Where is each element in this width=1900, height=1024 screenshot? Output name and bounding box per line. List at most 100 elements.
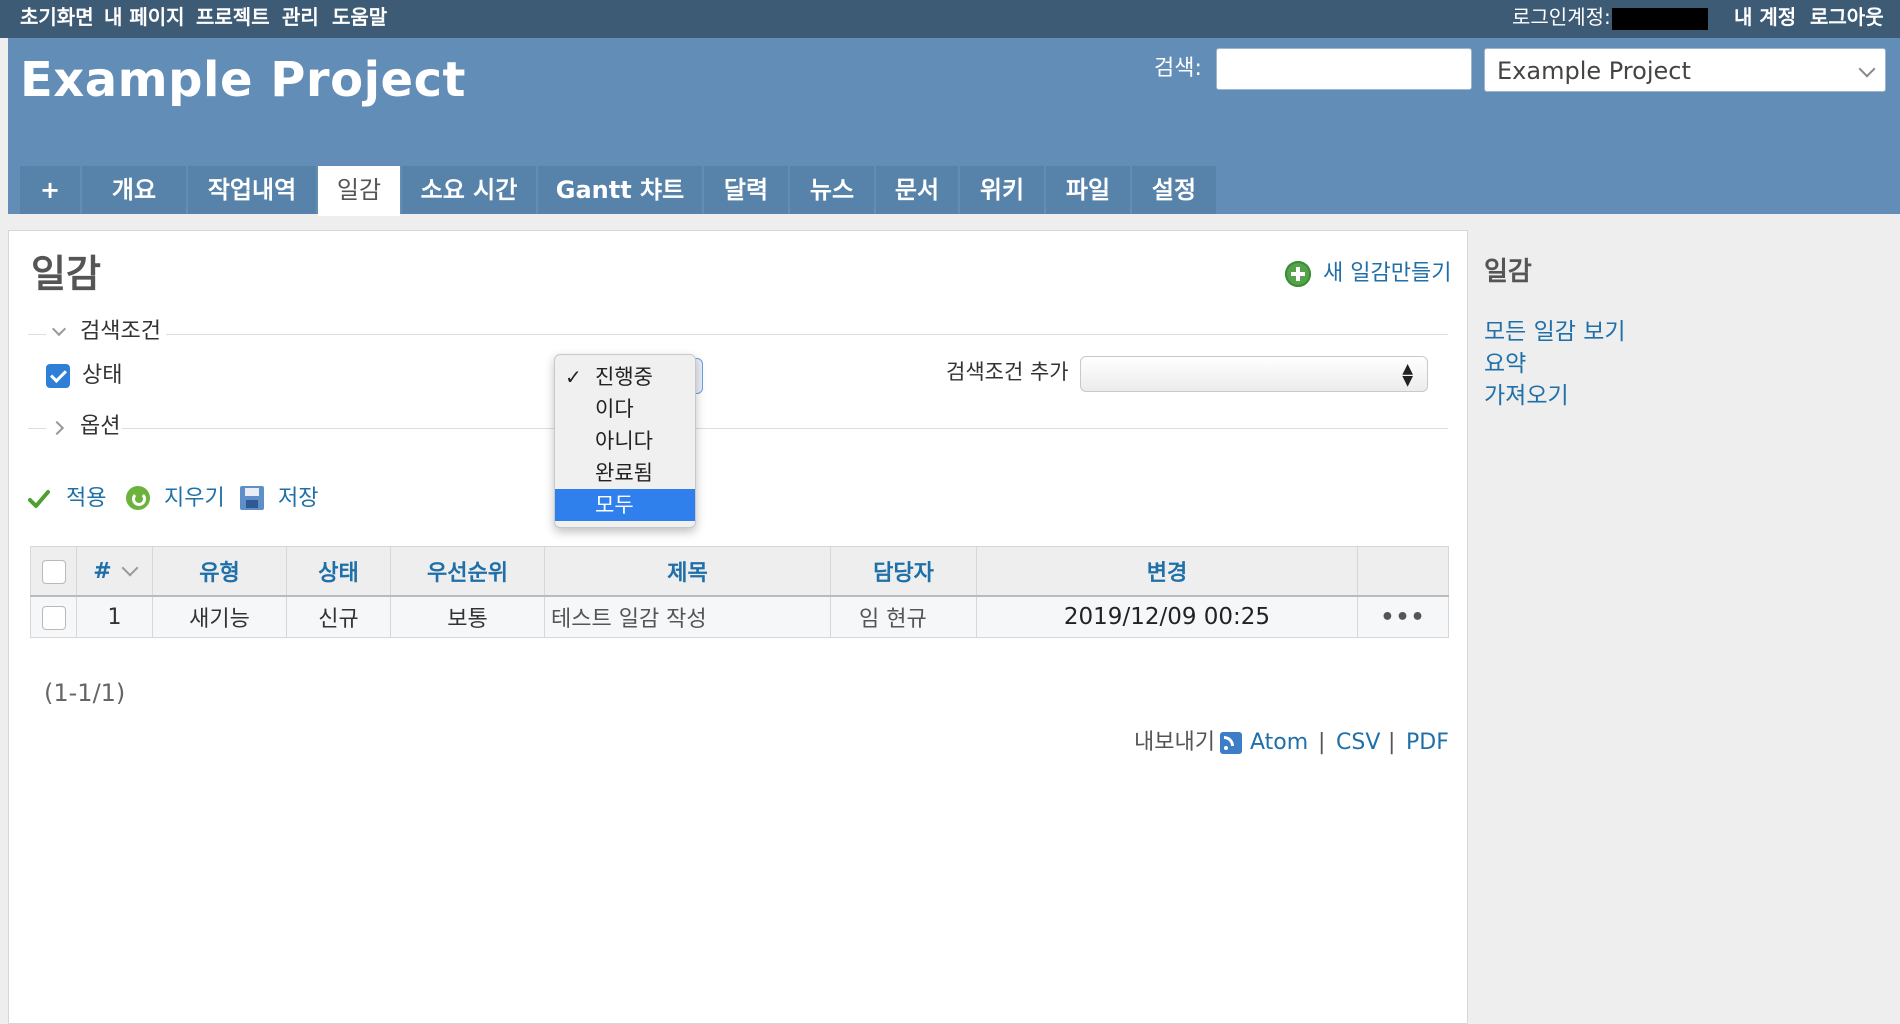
- select-all-checkbox[interactable]: [41, 559, 66, 584]
- row-checkbox[interactable]: [41, 605, 66, 630]
- column-header-status[interactable]: 상태: [286, 546, 391, 597]
- top-menu-admin[interactable]: 관리: [282, 4, 319, 30]
- checkmark-icon: ✓: [565, 365, 582, 389]
- table-header-row: # 유형 상태 우선순위 제목 담당자 변경: [30, 546, 1449, 597]
- export-separator: |: [1388, 730, 1396, 755]
- sidebar: 일감 모든 일감 보기 요약 가져오기: [1470, 230, 1900, 1024]
- select-all-cell: [30, 546, 77, 597]
- tab-calendar[interactable]: 달력: [704, 166, 788, 214]
- search-input[interactable]: [1216, 48, 1472, 90]
- issue-updated: 2019/12/09 00:25: [976, 595, 1358, 638]
- issue-status: 신규: [286, 595, 391, 638]
- floppy-disk-icon: [240, 486, 264, 510]
- save-query-button[interactable]: 저장: [240, 484, 324, 514]
- tab-news[interactable]: 뉴스: [790, 166, 874, 214]
- top-menu-my-account[interactable]: 내 계정: [1734, 4, 1796, 30]
- apply-button[interactable]: 적용: [28, 484, 112, 514]
- status-option-open[interactable]: ✓ 진행중: [555, 361, 695, 393]
- issue-list-table: # 유형 상태 우선순위 제목 담당자 변경 1 새기능 신규 보통 테스트 일…: [30, 546, 1449, 638]
- status-operator-dropdown: ✓ 진행중 이다 아니다 완료됨 모두: [554, 354, 696, 528]
- rss-feed-icon: [1220, 732, 1242, 754]
- column-header-id-label: #: [93, 558, 112, 584]
- column-header-priority[interactable]: 우선순위: [390, 546, 545, 597]
- chevron-down-icon: [121, 559, 139, 576]
- status-option-any[interactable]: 모두: [555, 489, 695, 521]
- issue-id[interactable]: 1: [76, 595, 153, 638]
- export-csv-link[interactable]: CSV: [1336, 726, 1380, 760]
- top-menu-home[interactable]: 초기화면: [20, 4, 94, 30]
- issue-context-menu[interactable]: •••: [1357, 595, 1449, 638]
- issue-assignee[interactable]: 임 현규: [830, 595, 977, 638]
- top-menu: 초기화면 내 페이지 프로젝트 관리 도움말 로그인계정: 내 계정 로그아웃: [0, 0, 1900, 38]
- tab-gantt[interactable]: Gantt 챠트: [538, 166, 702, 214]
- project-jump-select[interactable]: Example Project: [1484, 48, 1886, 92]
- sidebar-title: 일감: [1484, 257, 1532, 287]
- status-option-label: 모두: [595, 493, 634, 517]
- tab-new[interactable]: +: [20, 166, 80, 214]
- page-title: 일감: [31, 252, 101, 296]
- sidebar-link-summary[interactable]: 요약: [1484, 348, 1526, 380]
- options-legend[interactable]: 옵션: [80, 412, 120, 442]
- tab-settings[interactable]: 설정: [1132, 166, 1216, 214]
- updown-arrows-icon: ▲ ▼: [1402, 361, 1413, 389]
- sidebar-link-view-all-issues[interactable]: 모든 일감 보기: [1484, 316, 1626, 348]
- fieldset-border: [28, 334, 46, 335]
- status-filter-label: 상태: [82, 363, 123, 388]
- issue-subject[interactable]: 테스트 일감 작성: [544, 595, 831, 638]
- add-filter-select[interactable]: ▲ ▼: [1080, 356, 1428, 392]
- status-option-label: 아니다: [595, 429, 653, 453]
- top-menu-help[interactable]: 도움말: [332, 4, 387, 30]
- apply-label: 적용: [66, 486, 107, 511]
- status-option-label: 진행중: [595, 365, 653, 389]
- fieldset-border: [28, 428, 46, 429]
- export-atom-link[interactable]: Atom: [1250, 726, 1308, 760]
- more-icon: •••: [1380, 604, 1426, 630]
- project-title: Example Project: [20, 52, 466, 108]
- sidebar-link-import[interactable]: 가져오기: [1484, 380, 1569, 412]
- column-header-actions: [1357, 546, 1449, 597]
- pagination-info: (1-1/1): [44, 679, 126, 707]
- export-separator: |: [1318, 730, 1326, 755]
- top-menu-projects[interactable]: 프로젝트: [196, 4, 270, 30]
- clear-label: 지우기: [164, 486, 225, 511]
- tab-overview[interactable]: 개요: [82, 166, 186, 214]
- status-option-closed[interactable]: 완료됨: [555, 457, 695, 489]
- clear-button[interactable]: 지우기: [126, 484, 226, 514]
- status-option-label: 완료됨: [595, 461, 653, 485]
- tab-files[interactable]: 파일: [1046, 166, 1130, 214]
- table-row[interactable]: 1 새기능 신규 보통 테스트 일감 작성 임 현규 2019/12/09 00…: [30, 595, 1449, 638]
- tab-spent-time[interactable]: 소요 시간: [402, 166, 536, 214]
- tab-issues[interactable]: 일감: [318, 166, 400, 216]
- top-menu-my-page[interactable]: 내 페이지: [104, 4, 185, 30]
- status-option-is-not[interactable]: 아니다: [555, 425, 695, 457]
- tab-activity[interactable]: 작업내역: [188, 166, 316, 214]
- logged-in-label: 로그인계정:: [1512, 5, 1611, 29]
- status-filter-checkbox[interactable]: [46, 364, 70, 388]
- reload-icon: [126, 486, 150, 510]
- fieldset-border: [166, 334, 1448, 335]
- column-header-updated[interactable]: 변경: [976, 546, 1358, 597]
- tab-documents[interactable]: 문서: [876, 166, 958, 214]
- new-issue-label: 새 일감만들기: [1323, 261, 1452, 286]
- filters-legend[interactable]: 검색조건: [80, 317, 161, 347]
- add-filter-label: 검색조건 추가: [946, 360, 1069, 384]
- export-pdf-link[interactable]: PDF: [1406, 726, 1449, 760]
- column-header-assignee[interactable]: 담당자: [830, 546, 977, 597]
- column-header-id[interactable]: #: [76, 546, 153, 597]
- fieldset-border: [122, 428, 1448, 429]
- search-label: 검색:: [1154, 56, 1202, 81]
- column-header-subject[interactable]: 제목: [544, 546, 831, 597]
- chevron-down-icon: [1858, 60, 1876, 78]
- export-label: 내보내기: [1134, 730, 1215, 755]
- logged-in-user-redacted: [1612, 8, 1708, 30]
- status-option-is[interactable]: 이다: [555, 393, 695, 425]
- issue-priority: 보통: [390, 595, 545, 638]
- top-menu-logout[interactable]: 로그아웃: [1810, 4, 1884, 30]
- check-icon: [28, 490, 50, 508]
- status-option-label: 이다: [595, 397, 634, 421]
- save-label: 저장: [278, 486, 319, 511]
- project-jump-value: Example Project: [1497, 57, 1691, 85]
- add-icon: [1285, 261, 1311, 287]
- column-header-tracker[interactable]: 유형: [152, 546, 287, 597]
- tab-wiki[interactable]: 위키: [960, 166, 1044, 214]
